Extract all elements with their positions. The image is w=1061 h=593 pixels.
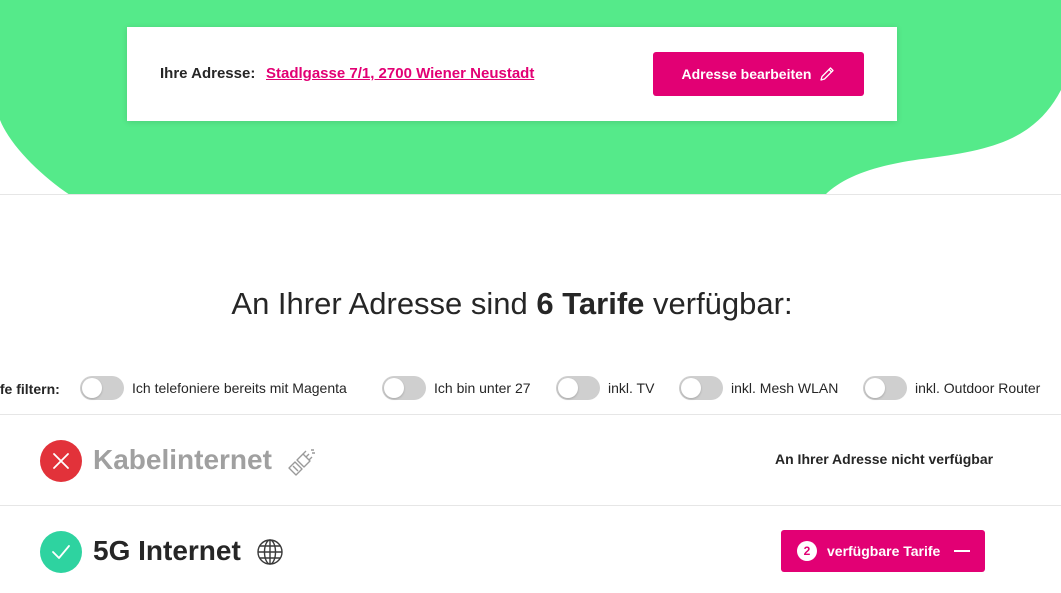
toggle-switch[interactable] [556, 376, 600, 400]
edit-address-button-label: Adresse bearbeiten [681, 66, 812, 82]
product-title-5g-internet: 5G Internet [93, 535, 241, 566]
cable-plug-icon [288, 449, 315, 476]
product-title-kabelinternet: Kabelinternet [93, 444, 272, 475]
filter-toggle-under-27[interactable]: Ich bin unter 27 [382, 376, 531, 400]
address-label: Ihre Adresse: [160, 65, 256, 82]
toggle-switch[interactable] [679, 376, 723, 400]
address-card: Ihre Adresse: Stadlgasse 7/1, 2700 Wiene… [127, 27, 897, 121]
tariff-filter-bar: ife filtern: Ich telefoniere bereits mit… [0, 374, 1061, 404]
unavailable-status-icon [40, 440, 82, 482]
row-divider [0, 505, 1061, 506]
close-icon [53, 453, 69, 469]
check-icon [52, 545, 70, 559]
filter-label: ife filtern: [0, 381, 60, 397]
available-tariffs-button[interactable]: 2 verfügbare Tarife [781, 530, 985, 572]
headline-count: 6 Tarife [536, 286, 645, 321]
edit-address-button[interactable]: Adresse bearbeiten [653, 52, 864, 96]
filter-toggle-magenta[interactable]: Ich telefoniere bereits mit Magenta [80, 376, 347, 400]
not-available-text: An Ihrer Adresse nicht verfügbar [775, 451, 994, 467]
toggle-label: Ich telefoniere bereits mit Magenta [132, 380, 347, 396]
available-status-icon [40, 531, 82, 573]
toggle-switch[interactable] [382, 376, 426, 400]
headline-prefix: An Ihrer Adresse sind [231, 286, 537, 321]
toggle-switch[interactable] [863, 376, 907, 400]
toggle-label: inkl. Mesh WLAN [731, 380, 839, 396]
availability-headline: An Ihrer Adresse sind 6 Tarife verfügbar… [0, 286, 1024, 322]
headline-suffix: verfügbar: [644, 286, 793, 321]
toggle-switch[interactable] [80, 376, 124, 400]
pencil-icon [820, 67, 835, 81]
toggle-label: inkl. TV [608, 380, 655, 396]
filter-toggle-outdoor-router[interactable]: inkl. Outdoor Router [863, 376, 1040, 400]
address-link[interactable]: Stadlgasse 7/1, 2700 Wiener Neustadt [266, 65, 534, 82]
row-divider [0, 414, 1061, 415]
hero-divider [0, 194, 1061, 195]
toggle-label: Ich bin unter 27 [434, 380, 531, 396]
filter-toggle-tv[interactable]: inkl. TV [556, 376, 654, 400]
toggle-label: inkl. Outdoor Router [915, 380, 1041, 396]
available-tariffs-label: verfügbare Tarife [827, 543, 941, 559]
globe-icon [257, 539, 283, 565]
filter-toggle-mesh-wlan[interactable]: inkl. Mesh WLAN [679, 376, 838, 400]
tariff-count-badge: 2 [797, 541, 817, 561]
collapse-minus-icon [954, 550, 970, 552]
